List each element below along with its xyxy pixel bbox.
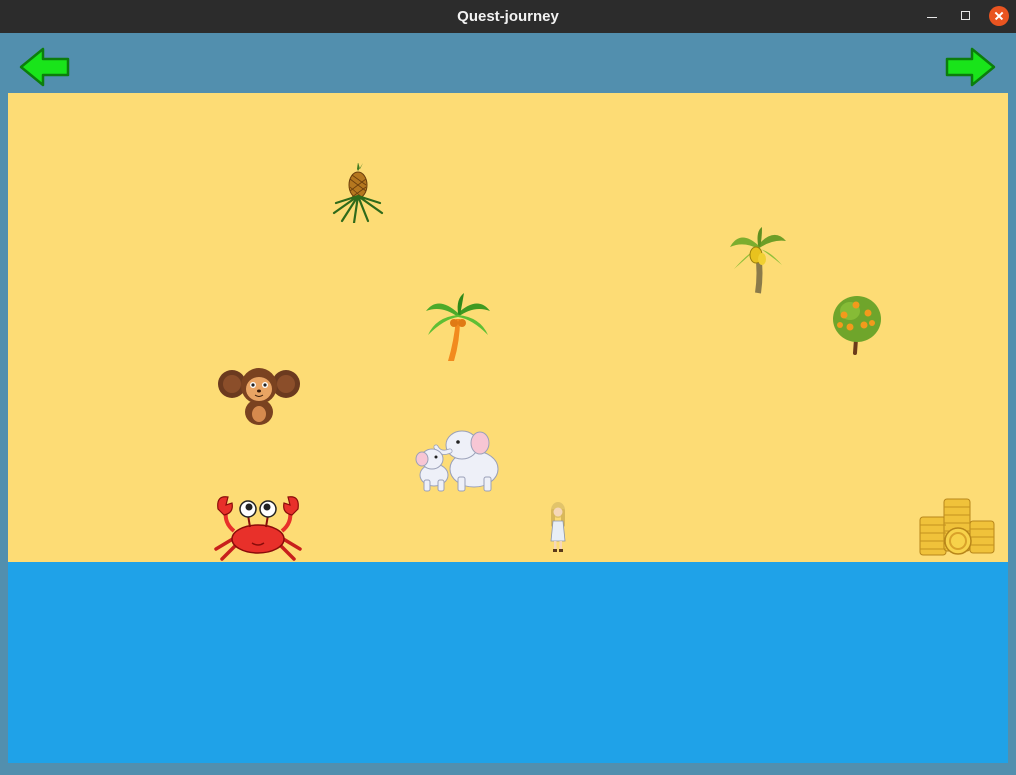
banana-palm-icon[interactable] xyxy=(728,225,788,295)
gold-coins-icon[interactable] xyxy=(918,495,998,557)
elephants-icon[interactable] xyxy=(414,425,504,493)
pineapple-icon[interactable] xyxy=(332,163,384,223)
girl-player-icon[interactable] xyxy=(548,501,568,553)
beach-sand-area xyxy=(8,93,1008,562)
bottom-border xyxy=(0,763,1016,775)
navigation-bar xyxy=(0,33,1016,93)
sea-water-area xyxy=(8,562,1008,763)
previous-arrow-button[interactable] xyxy=(19,46,71,88)
arrow-left-icon xyxy=(19,47,70,87)
coconut-palm-icon[interactable] xyxy=(424,293,492,363)
minimize-button[interactable] xyxy=(922,6,942,26)
next-arrow-button[interactable] xyxy=(944,46,996,88)
close-button[interactable] xyxy=(989,6,1009,26)
window-titlebar: Quest-journey xyxy=(0,0,1016,33)
crab-icon[interactable] xyxy=(212,493,304,563)
arrow-right-icon xyxy=(945,47,996,87)
window-title: Quest-journey xyxy=(457,8,559,25)
cheburashka-icon[interactable] xyxy=(218,364,300,426)
orange-tree-icon[interactable] xyxy=(830,293,884,355)
maximize-button[interactable] xyxy=(955,6,975,26)
